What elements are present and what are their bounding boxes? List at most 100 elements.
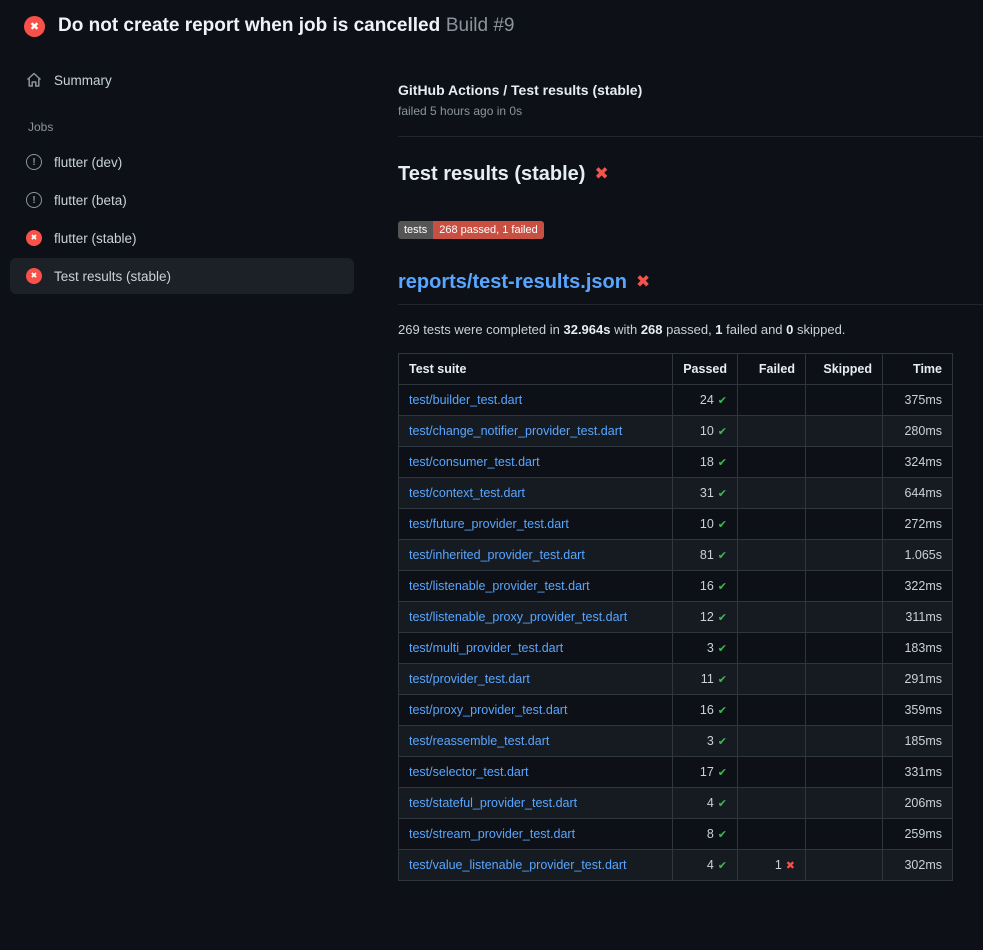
failed-count: 1: [775, 858, 782, 872]
test-suite-link[interactable]: test/proxy_provider_test.dart: [409, 703, 567, 717]
suite-cell: test/inherited_provider_test.dart: [399, 539, 673, 570]
cross-icon: ✖: [786, 859, 795, 872]
build-failed-icon: ✖: [24, 16, 45, 37]
check-icon: ✔: [718, 766, 727, 779]
summary-passed-count: 268: [641, 322, 663, 337]
check-icon: ✔: [718, 735, 727, 748]
passed-cell: 12✔: [673, 601, 738, 632]
section-title-text: Test results (stable): [398, 163, 585, 186]
skipped-cell: [806, 539, 883, 570]
sidebar-item-label: Summary: [54, 73, 112, 88]
passed-count: 18: [700, 455, 714, 469]
test-suite-link[interactable]: test/stateful_provider_test.dart: [409, 796, 577, 810]
sidebar-item-summary[interactable]: Summary: [10, 62, 354, 98]
table-header-row: Test suitePassedFailedSkippedTime: [399, 353, 953, 384]
time-cell: 302ms: [883, 849, 953, 880]
table-row: test/stateful_provider_test.dart4✔206ms: [399, 787, 953, 818]
passed-cell: 16✔: [673, 570, 738, 601]
test-suite-link[interactable]: test/value_listenable_provider_test.dart: [409, 858, 627, 872]
report-file-link[interactable]: reports/test-results.json: [398, 271, 627, 294]
test-results-table: Test suitePassedFailedSkippedTime test/b…: [398, 353, 953, 881]
suite-cell: test/stream_provider_test.dart: [399, 818, 673, 849]
test-suite-link[interactable]: test/provider_test.dart: [409, 672, 530, 686]
time-cell: 291ms: [883, 663, 953, 694]
test-suite-link[interactable]: test/listenable_provider_test.dart: [409, 579, 590, 593]
time-cell: 324ms: [883, 446, 953, 477]
skipped-cell: [806, 756, 883, 787]
failed-cell: [738, 570, 806, 601]
check-icon: ✔: [718, 642, 727, 655]
skipped-cell: [806, 477, 883, 508]
passed-count: 4: [707, 796, 714, 810]
failed-x-icon: ✖: [594, 166, 608, 183]
home-icon: [26, 72, 42, 88]
table-row: test/stream_provider_test.dart 8✔ 259ms: [399, 818, 953, 849]
table-row: test/listenable_provider_test.dart16✔322…: [399, 570, 953, 601]
passed-cell: 8✔: [673, 818, 738, 849]
failed-cell: [738, 415, 806, 446]
section-title: Test results (stable) ✖: [398, 163, 983, 186]
test-suite-link[interactable]: test/consumer_test.dart: [409, 455, 540, 469]
suite-cell: test/value_listenable_provider_test.dart: [399, 849, 673, 880]
passed-count: 16: [700, 579, 714, 593]
failed-cell: [738, 725, 806, 756]
check-icon: ✔: [718, 797, 727, 810]
skipped-cell: [806, 570, 883, 601]
suite-cell: test/listenable_provider_test.dart: [399, 570, 673, 601]
job-neutral-icon: !: [26, 192, 42, 208]
suite-cell: test/proxy_provider_test.dart: [399, 694, 673, 725]
time-cell: 1.065s: [883, 539, 953, 570]
check-icon: ✔: [718, 456, 727, 469]
jobs-list: !flutter (dev)!flutter (beta)✖flutter (s…: [0, 144, 380, 294]
passed-count: 24: [700, 393, 714, 407]
passed-cell: 81✔: [673, 539, 738, 570]
passed-cell: 3✔: [673, 725, 738, 756]
test-suite-link[interactable]: test/change_notifier_provider_test.dart: [409, 424, 622, 438]
column-header-skipped: Skipped: [806, 353, 883, 384]
column-header-failed: Failed: [738, 353, 806, 384]
sidebar-item-flutter-beta[interactable]: !flutter (beta): [10, 182, 354, 218]
time-cell: 259ms: [883, 818, 953, 849]
table-row: test/future_provider_test.dart10✔272ms: [399, 508, 953, 539]
passed-count: 3: [707, 641, 714, 655]
passed-count: 4: [707, 858, 714, 872]
time-cell: 280ms: [883, 415, 953, 446]
table-row: test/inherited_provider_test.dart 81✔ 1.06…: [399, 539, 953, 570]
suite-cell: test/change_notifier_provider_test.dart: [399, 415, 673, 446]
sidebar-item-flutter-dev[interactable]: !flutter (dev): [10, 144, 354, 180]
passed-cell: 4✔: [673, 787, 738, 818]
check-icon: ✔: [718, 518, 727, 531]
summary-duration: 32.964s: [563, 322, 610, 337]
test-suite-link[interactable]: test/multi_provider_test.dart: [409, 641, 563, 655]
test-suite-link[interactable]: test/context_test.dart: [409, 486, 525, 500]
sidebar-item-flutter-stable[interactable]: ✖flutter (stable): [10, 220, 354, 256]
time-cell: 183ms: [883, 632, 953, 663]
test-suite-link[interactable]: test/inherited_provider_test.dart: [409, 548, 585, 562]
passed-cell: 24✔: [673, 384, 738, 415]
sidebar-item-label: flutter (dev): [54, 155, 122, 170]
suite-cell: test/builder_test.dart: [399, 384, 673, 415]
check-icon: ✔: [718, 611, 727, 624]
passed-cell: 3✔: [673, 632, 738, 663]
test-suite-link[interactable]: test/reassemble_test.dart: [409, 734, 549, 748]
failed-cell: [738, 508, 806, 539]
failed-cell: [738, 384, 806, 415]
failed-cell: [738, 632, 806, 663]
test-suite-link[interactable]: test/builder_test.dart: [409, 393, 522, 407]
table-row: test/provider_test.dart 11✔ 291ms: [399, 663, 953, 694]
failed-cell: [738, 663, 806, 694]
summary-failed-count: 1: [715, 322, 722, 337]
test-suite-link[interactable]: test/listenable_proxy_provider_test.dart: [409, 610, 627, 624]
table-row: test/consumer_test.dart 18 ✔ 324ms: [399, 446, 953, 477]
badge-value: 268 passed, 1 failed: [433, 221, 543, 239]
test-suite-link[interactable]: test/selector_test.dart: [409, 765, 529, 779]
failed-cell: [738, 446, 806, 477]
test-suite-link[interactable]: test/future_provider_test.dart: [409, 517, 569, 531]
sidebar-item-test-results-stable[interactable]: ✖Test results (stable): [10, 258, 354, 294]
check-icon: ✔: [718, 549, 727, 562]
passed-cell: 11✔: [673, 663, 738, 694]
skipped-cell: [806, 849, 883, 880]
test-suite-link[interactable]: test/stream_provider_test.dart: [409, 827, 575, 841]
table-row: test/change_notifier_provider_test.dart1…: [399, 415, 953, 446]
build-title: Do not create report when job is cancell…: [58, 15, 440, 36]
